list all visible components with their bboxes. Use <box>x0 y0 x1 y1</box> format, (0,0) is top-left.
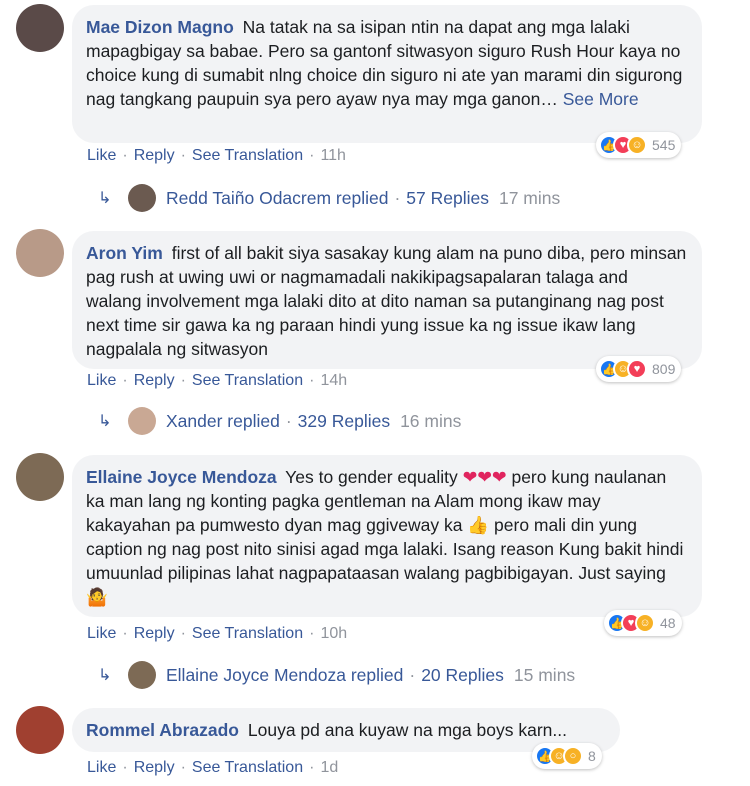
see-translation-link[interactable]: See Translation <box>192 372 303 389</box>
avatar[interactable] <box>16 4 64 52</box>
heart-emoji: ❤❤❤ <box>462 467 507 487</box>
reaction-count: 545 <box>652 137 676 153</box>
separator-dot: · <box>309 147 315 164</box>
comment-author-name[interactable]: Ellaine Joyce Mendoza <box>86 467 277 487</box>
separator-dot: · <box>122 625 128 642</box>
wow-reaction-icon: ○ <box>563 746 583 766</box>
replies-summary[interactable]: ↳ Xander replied · 329 Replies 16 mins <box>98 407 461 435</box>
comment-actions: Like · Reply · See Translation · 11h <box>87 147 346 165</box>
comment-author-name[interactable]: Aron Yim <box>86 243 163 263</box>
reaction-summary[interactable]: 👍 ☺ ♥ 809 <box>596 356 682 382</box>
reply-count[interactable]: 20 Replies <box>421 665 504 686</box>
avatar <box>128 661 156 689</box>
reply-link[interactable]: Reply <box>134 372 175 389</box>
love-reaction-icon: ♥ <box>627 359 647 379</box>
reply-time: 15 mins <box>513 664 576 685</box>
comment-bubble: Aron Yim first of all bakit siya sasakay… <box>72 231 702 369</box>
comment-timestamp[interactable]: 10h <box>320 625 347 642</box>
reaction-count: 48 <box>660 615 676 631</box>
reply-arrow-icon: ↳ <box>98 413 112 430</box>
separator-dot: · <box>180 147 186 164</box>
separator-dot: · <box>309 625 315 642</box>
see-translation-link[interactable]: See Translation <box>192 147 303 164</box>
avatar[interactable] <box>16 229 64 277</box>
comment-bubble: Mae Dizon Magno Na tatak na sa isipan nt… <box>72 5 702 143</box>
separator-dot: · <box>309 372 315 389</box>
reply-time: 17 mins <box>498 187 561 208</box>
reply-author[interactable]: Xander replied <box>166 411 280 432</box>
comment-text: first of all bakit siya sasakay kung ala… <box>86 243 687 359</box>
separator-dot: · <box>180 372 186 389</box>
haha-reaction-icon: ☺ <box>627 135 647 155</box>
comment-author-name[interactable]: Mae Dizon Magno <box>86 17 234 37</box>
comment-actions: Like · Reply · See Translation · 14h <box>87 372 347 390</box>
separator-dot: · <box>285 410 292 431</box>
comment-bubble: Ellaine Joyce Mendoza Yes to gender equa… <box>72 455 702 617</box>
reply-link[interactable]: Reply <box>134 625 175 642</box>
reply-author[interactable]: Redd Taiño Odacrem replied <box>166 188 388 209</box>
reaction-summary[interactable]: 👍 ♥ ☺ 545 <box>596 132 682 158</box>
separator-dot: · <box>309 759 315 776</box>
comment-text: Louya pd ana kuyaw na mga boys karn... <box>247 720 567 740</box>
see-translation-link[interactable]: See Translation <box>192 625 303 642</box>
separator-dot: · <box>180 759 186 776</box>
comment-author-name[interactable]: Rommel Abrazado <box>86 720 239 740</box>
separator-dot: · <box>122 372 128 389</box>
comment-timestamp[interactable]: 1d <box>320 759 338 776</box>
reaction-summary[interactable]: 👍 ☺ ○ 8 <box>532 743 602 769</box>
comment-actions: Like · Reply · See Translation · 1d <box>87 759 338 777</box>
reply-arrow-icon: ↳ <box>98 190 112 207</box>
reply-time: 16 mins <box>400 410 462 431</box>
haha-reaction-icon: ☺ <box>635 613 655 633</box>
comment-text: Yes to gender equality <box>285 467 458 487</box>
replies-summary[interactable]: ↳ Ellaine Joyce Mendoza replied · 20 Rep… <box>98 661 575 689</box>
like-link[interactable]: Like <box>87 372 116 389</box>
avatar <box>128 407 156 435</box>
separator-dot: · <box>409 664 416 685</box>
avatar <box>128 184 156 212</box>
comment-actions: Like · Reply · See Translation · 10h <box>87 625 347 643</box>
reaction-summary[interactable]: 👍 ♥ ☺ 48 <box>604 610 682 636</box>
like-link[interactable]: Like <box>87 625 116 642</box>
reply-arrow-icon: ↳ <box>98 667 112 684</box>
thumbs-up-emoji: 👍 <box>467 515 490 535</box>
shrug-emoji: 🤷 <box>86 587 108 607</box>
reply-count[interactable]: 329 Replies <box>298 411 390 432</box>
separator-dot: · <box>180 625 186 642</box>
reply-link[interactable]: Reply <box>134 759 175 776</box>
see-more-link[interactable]: See More <box>563 89 639 109</box>
comment-timestamp[interactable]: 11h <box>320 147 346 164</box>
avatar[interactable] <box>16 706 64 754</box>
like-link[interactable]: Like <box>87 147 116 164</box>
comment-timestamp[interactable]: 14h <box>320 372 347 389</box>
like-link[interactable]: Like <box>87 759 116 776</box>
separator-dot: · <box>122 147 128 164</box>
separator-dot: · <box>122 759 128 776</box>
reply-link[interactable]: Reply <box>134 147 175 164</box>
separator-dot: · <box>394 187 401 208</box>
avatar[interactable] <box>16 453 64 501</box>
see-translation-link[interactable]: See Translation <box>192 759 303 776</box>
reaction-count: 8 <box>588 748 596 764</box>
reply-count[interactable]: 57 Replies <box>406 188 489 209</box>
reaction-count: 809 <box>652 361 676 377</box>
reply-author[interactable]: Ellaine Joyce Mendoza replied <box>166 665 403 686</box>
replies-summary[interactable]: ↳ Redd Taiño Odacrem replied · 57 Replie… <box>98 184 560 212</box>
